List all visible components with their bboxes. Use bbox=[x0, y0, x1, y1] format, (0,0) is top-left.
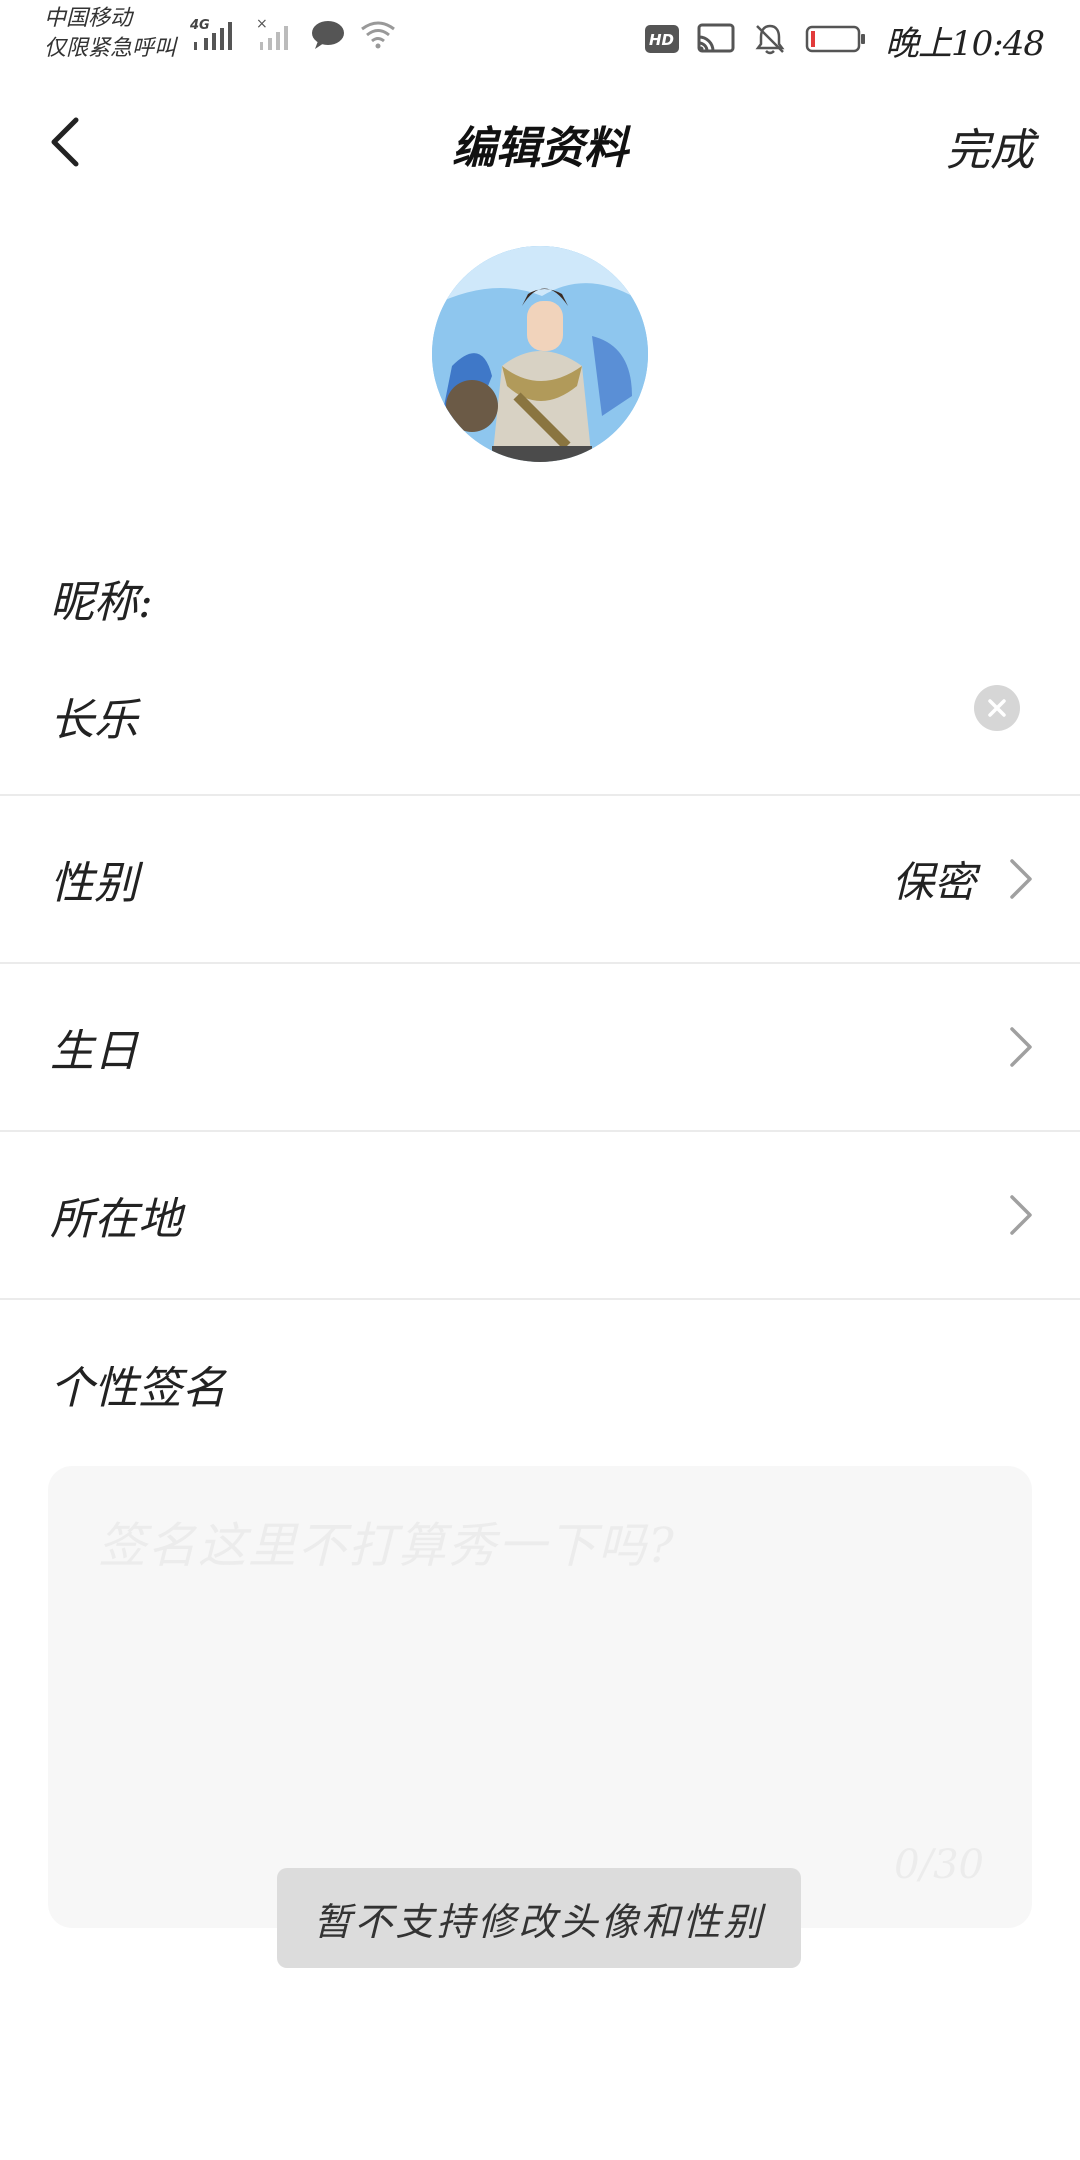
network-type-label: 4G bbox=[190, 18, 210, 33]
signal-icon: 4G bbox=[189, 16, 242, 58]
message-icon bbox=[310, 19, 346, 55]
birthday-label: 生日 bbox=[50, 1026, 138, 1077]
location-label: 所在地 bbox=[50, 1194, 182, 1245]
cast-icon bbox=[697, 23, 735, 59]
wifi-icon bbox=[360, 19, 396, 55]
carrier-info: 中国移动 仅限紧急呼叫 bbox=[44, 4, 176, 64]
mute-icon bbox=[753, 22, 787, 60]
status-right: HD 晚上10:48 bbox=[645, 16, 1045, 65]
gender-value: 保密 bbox=[891, 857, 976, 907]
nav-bar: 编辑资料 完成 bbox=[0, 90, 1080, 200]
divider bbox=[0, 1298, 1080, 1300]
avatar-image bbox=[432, 246, 648, 462]
nickname-input[interactable]: 长乐 bbox=[50, 684, 138, 748]
svg-text:×: × bbox=[256, 16, 268, 32]
gender-row[interactable]: 性别 保密 bbox=[0, 796, 1080, 962]
signature-input[interactable]: 签名这里不打算秀一下吗? 0/30 bbox=[48, 1466, 1032, 1928]
signature-char-count: 0/30 bbox=[894, 1842, 984, 1888]
battery-icon bbox=[805, 23, 867, 59]
carrier-status: 仅限紧急呼叫 bbox=[44, 36, 177, 61]
close-icon bbox=[988, 699, 1006, 717]
birthday-row[interactable]: 生日 bbox=[0, 964, 1080, 1130]
signature-label: 个性签名 bbox=[50, 1363, 226, 1414]
signal-group: 4G × bbox=[189, 16, 396, 58]
page-title: 编辑资料 bbox=[452, 123, 628, 174]
chevron-right-icon bbox=[1010, 859, 1032, 899]
signature-placeholder: 签名这里不打算秀一下吗? bbox=[98, 1518, 676, 1574]
nickname-label: 昵称: bbox=[50, 577, 153, 628]
clock: 晚上10:48 bbox=[885, 24, 1045, 64]
status-bar: 中国移动 仅限紧急呼叫 4G × HD 晚上10:48 bbox=[0, 0, 1080, 72]
hd-icon: HD bbox=[645, 23, 680, 59]
svg-text:HD: HD bbox=[649, 31, 674, 49]
chevron-right-icon bbox=[1010, 1195, 1032, 1235]
clear-nickname-button[interactable] bbox=[974, 685, 1020, 731]
gender-label: 性别 bbox=[50, 858, 138, 909]
done-button[interactable]: 完成 bbox=[946, 114, 1034, 178]
avatar[interactable] bbox=[432, 246, 648, 462]
chevron-right-icon bbox=[1010, 1027, 1032, 1067]
carrier-name: 中国移动 bbox=[44, 6, 133, 31]
toast-message: 暂不支持修改头像和性别 bbox=[277, 1868, 801, 1968]
no-signal-icon: × bbox=[256, 16, 296, 58]
location-row[interactable]: 所在地 bbox=[0, 1132, 1080, 1298]
